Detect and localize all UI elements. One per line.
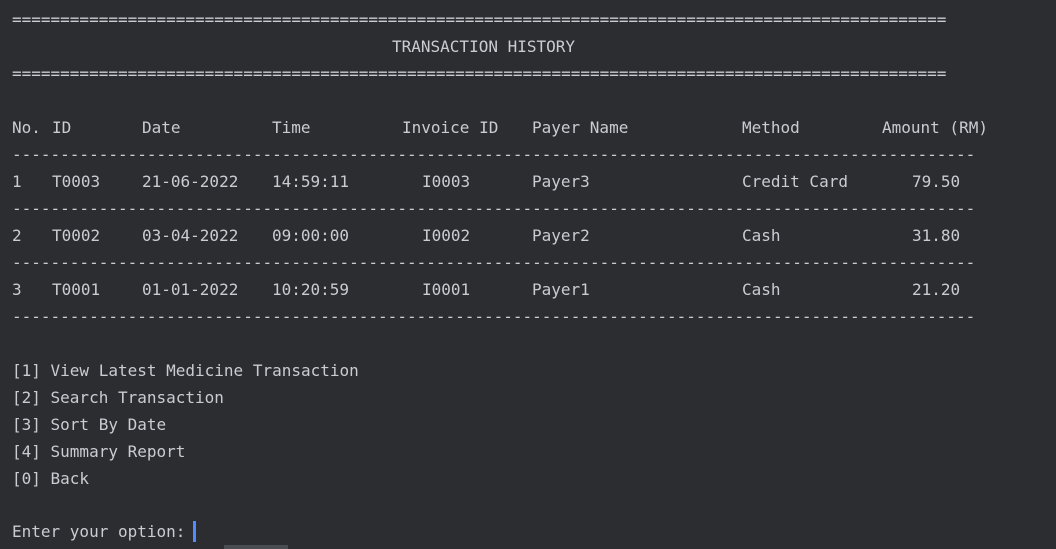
single-rule: ----------------------------------------… — [12, 145, 976, 164]
row-id: T0003 — [52, 172, 101, 191]
horizontal-scrollbar-thumb[interactable] — [224, 545, 288, 549]
column-header-no: No. — [12, 118, 41, 137]
menu-item-back: [0] Back — [12, 469, 90, 488]
column-header-invoice-id: Invoice ID — [402, 118, 499, 137]
row-time: 10:20:59 — [272, 280, 350, 299]
row-no: 1 — [12, 172, 22, 191]
menu-item-sort-by-date: [3] Sort By Date — [12, 415, 167, 434]
row-invoice-id: I0001 — [422, 280, 471, 299]
column-header-method: Method — [742, 118, 800, 137]
column-header-id: ID — [52, 118, 72, 137]
option-prompt[interactable]: Enter your option: — [12, 518, 197, 545]
row-date: 01-01-2022 — [142, 280, 239, 299]
row-time: 14:59:11 — [272, 172, 350, 191]
row-method: Credit Card — [742, 172, 848, 191]
row-amount: 79.50 — [912, 172, 961, 191]
menu-item-view-latest: [1] View Latest Medicine Transaction — [12, 361, 359, 380]
row-id: T0001 — [52, 280, 101, 299]
column-header-payer-name: Payer Name — [532, 118, 629, 137]
row-time: 09:00:00 — [272, 226, 350, 245]
row-id: T0002 — [52, 226, 101, 245]
single-rule: ----------------------------------------… — [12, 199, 976, 218]
row-amount: 21.20 — [912, 280, 961, 299]
row-invoice-id: I0003 — [422, 172, 471, 191]
column-header-time: Time — [272, 118, 311, 137]
row-date: 21-06-2022 — [142, 172, 239, 191]
row-method: Cash — [742, 226, 781, 245]
page-title: TRANSACTION HISTORY — [392, 37, 576, 56]
single-rule: ----------------------------------------… — [12, 253, 976, 272]
terminal-console[interactable]: ========================================… — [0, 0, 1056, 549]
row-payer-name: Payer1 — [532, 280, 590, 299]
text-caret[interactable] — [193, 521, 197, 542]
column-header-amount: Amount (RM) — [882, 118, 988, 137]
column-header-date: Date — [142, 118, 181, 137]
row-date: 03-04-2022 — [142, 226, 239, 245]
row-no: 2 — [12, 226, 22, 245]
row-no: 3 — [12, 280, 22, 299]
double-rule-top: ========================================… — [12, 10, 947, 29]
row-amount: 31.80 — [912, 226, 961, 245]
prompt-label: Enter your option: — [12, 522, 186, 541]
row-payer-name: Payer2 — [532, 226, 590, 245]
row-payer-name: Payer3 — [532, 172, 590, 191]
double-rule-bottom: ========================================… — [12, 64, 947, 83]
single-rule: ----------------------------------------… — [12, 307, 976, 326]
menu-item-summary-report: [4] Summary Report — [12, 442, 186, 461]
menu-item-search: [2] Search Transaction — [12, 388, 224, 407]
row-method: Cash — [742, 280, 781, 299]
row-invoice-id: I0002 — [422, 226, 471, 245]
